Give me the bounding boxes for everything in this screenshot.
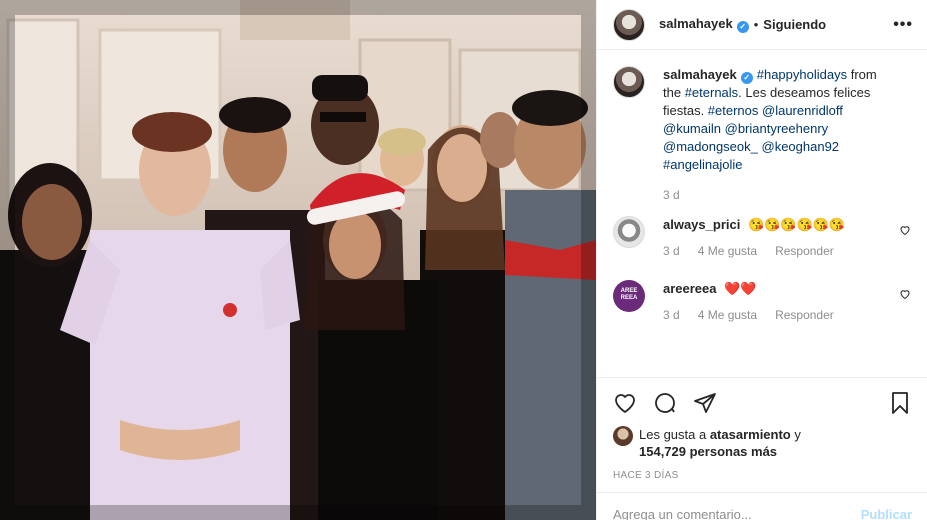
- comment-input[interactable]: [613, 507, 861, 520]
- save-bookmark-icon[interactable]: [888, 391, 912, 415]
- commenter-avatar[interactable]: AREE REEA: [613, 280, 645, 312]
- like-comment-heart-icon[interactable]: [899, 288, 911, 300]
- comments-list[interactable]: salmahayek ✓ #happyholidays from the #eter…: [597, 50, 927, 377]
- more-options-icon[interactable]: •••: [893, 16, 913, 34]
- like-heart-icon[interactable]: [613, 391, 637, 415]
- group-holiday-photo: [0, 0, 596, 520]
- commenter-avatar[interactable]: [613, 216, 645, 248]
- comment-time[interactable]: 3 d: [663, 308, 680, 322]
- post-date[interactable]: HACE 3 DÍAS: [613, 470, 912, 481]
- verified-badge-icon: ✓: [736, 21, 749, 33]
- caption-tag-link[interactable]: #eternals: [685, 85, 738, 100]
- like-comment-heart-icon[interactable]: [899, 224, 911, 236]
- caption-content: #happyholidays from the #eternals. Les d…: [663, 67, 877, 172]
- caption-text: salmahayek ✓ #happyholidays from the #eter…: [663, 66, 887, 174]
- commenter-username[interactable]: areereea: [663, 281, 717, 296]
- caption-tag-link[interactable]: @madongseok_: [663, 139, 758, 154]
- following-button[interactable]: Siguiendo: [763, 17, 826, 32]
- caption-tag-link[interactable]: #happyholidays: [757, 67, 847, 82]
- likes-count[interactable]: 154,729 personas más: [639, 444, 777, 459]
- comment-body: always_prici 😘😘😘😘😘😘 3 d 4 Me gusta Respo…: [663, 216, 911, 258]
- comment-time[interactable]: 3 d: [663, 244, 680, 258]
- instagram-post-modal: salmahayek ✓ • Siguiendo ••• salmahayek ✓ #…: [0, 0, 927, 520]
- reply-button[interactable]: Responder: [775, 308, 834, 322]
- caption-meta: 3 d: [663, 188, 887, 202]
- caption-comment: salmahayek ✓ #happyholidays from the #eter…: [613, 66, 911, 202]
- caption-body: salmahayek ✓ #happyholidays from the #eter…: [663, 66, 911, 202]
- avatar-text: AREE REEA: [620, 288, 638, 301]
- caption-tag-link[interactable]: #angelinajolie: [663, 157, 743, 172]
- likes-summary: Les gusta a atasarmiento y 154,729 perso…: [613, 426, 912, 460]
- author-avatar[interactable]: [613, 8, 645, 41]
- action-icons-row: [613, 390, 912, 416]
- comment-content: 😘😘😘😘😘😘: [747, 217, 846, 232]
- caption-author-avatar[interactable]: [613, 66, 645, 98]
- post-side-panel: salmahayek ✓ • Siguiendo ••• salmahayek ✓ #…: [596, 0, 927, 520]
- caption-username[interactable]: salmahayek ✓: [663, 67, 753, 84]
- author-username[interactable]: salmahayek ✓: [659, 16, 749, 33]
- post-actions: Les gusta a atasarmiento y 154,729 perso…: [597, 377, 927, 481]
- caption-tag-link[interactable]: #eternos: [708, 103, 759, 118]
- add-comment-bar: Publicar: [597, 492, 927, 520]
- comment-meta: 3 d 4 Me gusta Responder: [663, 244, 887, 258]
- likes-text: Les gusta a atasarmiento y 154,729 perso…: [639, 426, 801, 460]
- comment-text: areereea ❤️❤️: [663, 280, 887, 298]
- commenter-username[interactable]: always_prici: [663, 217, 740, 232]
- post-header: salmahayek ✓ • Siguiendo •••: [597, 0, 927, 50]
- comment-content: ❤️❤️: [724, 281, 757, 296]
- comment-text: always_prici 😘😘😘😘😘😘: [663, 216, 887, 234]
- comment-bubble-icon[interactable]: [653, 391, 677, 415]
- publish-button[interactable]: Publicar: [861, 507, 912, 520]
- caption-tag-link[interactable]: @laurenridloff: [762, 103, 843, 118]
- header-separator: •: [753, 17, 759, 32]
- comment-body: areereea ❤️❤️ 3 d 4 Me gusta Responder: [663, 280, 911, 322]
- caption-username-text[interactable]: salmahayek: [663, 67, 737, 82]
- comment-likes[interactable]: 4 Me gusta: [698, 308, 757, 322]
- caption-verified-icon: ✓: [740, 72, 753, 84]
- caption-tag-link[interactable]: @keoghan92: [762, 139, 840, 154]
- comment-item: always_prici 😘😘😘😘😘😘 3 d 4 Me gusta Respo…: [613, 216, 911, 258]
- post-photo[interactable]: [0, 0, 596, 520]
- share-send-icon[interactable]: [693, 391, 717, 415]
- reply-button[interactable]: Responder: [775, 244, 834, 258]
- likes-prefix: Les gusta a: [639, 427, 710, 442]
- author-username-text[interactable]: salmahayek: [659, 16, 733, 31]
- caption-tag-link[interactable]: @briantyreehenry: [725, 121, 829, 136]
- comment-item: AREE REEA areereea ❤️❤️ 3 d 4 Me gusta R…: [613, 280, 911, 322]
- comment-likes[interactable]: 4 Me gusta: [698, 244, 757, 258]
- likes-conjunction: y: [790, 427, 801, 442]
- caption-tag-link[interactable]: @kumailn: [663, 121, 721, 136]
- comment-meta: 3 d 4 Me gusta Responder: [663, 308, 887, 322]
- caption-time[interactable]: 3 d: [663, 188, 680, 202]
- liker-username[interactable]: atasarmiento: [710, 427, 791, 442]
- liker-avatar[interactable]: [613, 426, 633, 446]
